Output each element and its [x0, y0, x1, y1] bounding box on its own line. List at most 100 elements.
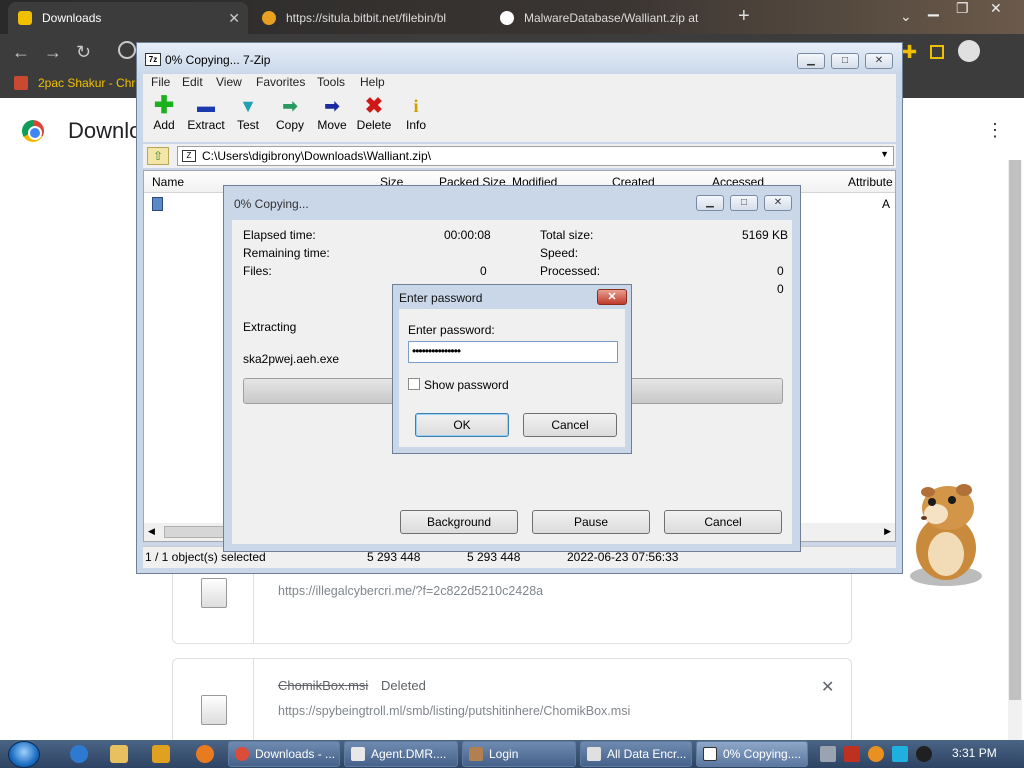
delete-x-icon: ✖	[364, 93, 384, 118]
col-name[interactable]: Name	[152, 175, 184, 189]
tray-app-icon[interactable]	[820, 746, 836, 762]
copy-close-button[interactable]: ✕	[764, 195, 792, 211]
zip-menu-bar: File Edit View Favorites Tools Help	[143, 74, 896, 92]
background-button[interactable]: Background	[400, 510, 518, 534]
folder-up-icon[interactable]: ⇧	[147, 147, 169, 165]
menu-help[interactable]: Help	[360, 75, 385, 89]
info-label: Info	[405, 118, 426, 132]
download-url[interactable]: https://spybeingtroll.ml/smb/listing/put…	[278, 704, 630, 718]
window-icon	[587, 747, 601, 761]
close-window-icon[interactable]: ✕	[990, 0, 1002, 17]
tab-github[interactable]: MalwareDatabase/Walliant.zip at	[490, 2, 724, 34]
tab-label: Downloads	[42, 11, 102, 25]
7zip-icon	[703, 747, 717, 761]
elapsed-label: Elapsed time:	[243, 228, 316, 242]
processed-label: Processed:	[540, 264, 601, 278]
path-dropdown-icon[interactable]: ▼	[880, 149, 889, 159]
forward-icon[interactable]: →	[44, 42, 62, 63]
start-button[interactable]	[8, 741, 40, 768]
file-row-icon[interactable]	[152, 197, 163, 211]
tray-search-icon[interactable]	[868, 746, 884, 762]
tray-network-icon[interactable]	[892, 746, 908, 762]
extract-button[interactable]: ▬ Extract	[184, 96, 228, 132]
browser-tab-bar: Downloads ✕ https://situla.bitbit.net/fi…	[0, 0, 1024, 34]
app-quicklaunch-icon[interactable]	[196, 745, 214, 763]
reload-icon[interactable]: ↻	[76, 42, 91, 63]
download-url[interactable]: https://illegalcybercri.me/?f=2c822d5210…	[278, 584, 543, 598]
tab-downloads[interactable]: Downloads ✕	[8, 2, 248, 34]
taskbar-item[interactable]: Login	[462, 741, 576, 767]
total-size-value: 5169 KB	[742, 228, 789, 242]
tab-search-icon[interactable]: ⌄	[900, 8, 912, 25]
move-button[interactable]: ➡ Move	[310, 96, 354, 132]
copy-button[interactable]: ➡ Copy	[268, 96, 312, 132]
password-close-button[interactable]: ✕	[597, 289, 627, 305]
status-selected: 1 / 1 object(s) selected	[145, 550, 266, 564]
info-button[interactable]: i Info	[394, 96, 438, 132]
scroll-left-icon[interactable]: ◀	[148, 526, 155, 537]
zip-minimize-button[interactable]: ▁	[797, 53, 825, 69]
back-icon[interactable]: ←	[12, 42, 30, 63]
download-filename: ChomikBox.msi	[278, 678, 369, 693]
delete-button[interactable]: ✖ Delete	[352, 93, 396, 133]
menu-tools[interactable]: Tools	[317, 75, 345, 89]
restore-icon[interactable]: ❐	[956, 0, 969, 17]
pause-button[interactable]: Pause	[532, 510, 650, 534]
password-input[interactable]: •••••••••••••••	[408, 341, 618, 363]
tray-volume-icon[interactable]	[916, 746, 932, 762]
ie-icon[interactable]	[70, 745, 88, 763]
tab-filebin[interactable]: https://situla.bitbit.net/filebin/bl	[252, 2, 484, 34]
bookmark-2pac[interactable]: 2pac Shakur - Chro	[14, 76, 142, 90]
zip-close-button[interactable]: ✕	[865, 53, 893, 69]
password-dialog: Enter password ✕ Enter password: •••••••…	[392, 284, 632, 454]
taskbar-item[interactable]: 0% Copying....	[696, 741, 808, 767]
show-password-label[interactable]: Show password	[424, 378, 509, 392]
taskbar-item[interactable]: Downloads - ...	[228, 741, 340, 767]
side-panel-icon[interactable]	[930, 45, 944, 59]
scroll-right-icon[interactable]: ▶	[884, 526, 891, 537]
card-divider	[253, 659, 254, 740]
col-attribute[interactable]: Attribute	[848, 175, 893, 189]
menu-edit[interactable]: Edit	[182, 75, 203, 89]
menu-file[interactable]: File	[151, 75, 170, 89]
tab-close-icon[interactable]: ✕	[228, 10, 240, 27]
taskbar-item-label: Login	[489, 747, 519, 761]
taskbar-item[interactable]: All Data Encr...	[580, 741, 692, 767]
move-arrow-icon: ➡	[324, 96, 340, 116]
clock[interactable]: 3:31 PM	[952, 746, 997, 760]
show-password-checkbox[interactable]	[408, 378, 420, 390]
taskbar: Downloads - ... Agent.DMR.... Login All …	[0, 740, 1024, 768]
files-label: Files:	[243, 264, 272, 278]
page-scrollbar-thumb[interactable]	[1009, 160, 1021, 700]
remove-download-icon[interactable]: ✕	[821, 677, 834, 697]
test-button[interactable]: ▼ Test	[226, 96, 270, 132]
ok-button[interactable]: OK	[415, 413, 509, 437]
extension-puzzle-icon[interactable]: ✚	[902, 42, 917, 63]
downloads-favicon-icon	[18, 11, 32, 25]
cancel-button[interactable]: Cancel	[523, 413, 617, 437]
download-status: Deleted	[381, 678, 426, 693]
delete-label: Delete	[356, 118, 392, 132]
profile-avatar-icon[interactable]	[958, 40, 980, 62]
more-menu-icon[interactable]: ⋮	[986, 120, 1004, 141]
new-tab-button[interactable]: +	[738, 5, 750, 28]
path-field[interactable]: Z C:\Users\digibrony\Downloads\Walliant.…	[177, 146, 894, 166]
taskbar-item[interactable]: Agent.DMR....	[344, 741, 458, 767]
site-info-icon[interactable]	[118, 41, 136, 59]
current-filename: ska2pwej.aeh.exe	[243, 352, 340, 366]
menu-view[interactable]: View	[216, 75, 242, 89]
add-button[interactable]: ✚ Add	[142, 94, 186, 133]
copy-maximize-button[interactable]: □	[730, 195, 758, 211]
zip-maximize-button[interactable]: □	[831, 53, 859, 69]
status-modified: 2022-06-23 07:56:33	[567, 550, 679, 564]
password-prompt: Enter password:	[408, 323, 495, 337]
extract-minus-icon: ▬	[197, 96, 215, 116]
media-player-icon[interactable]	[152, 745, 170, 763]
zip-title-bar[interactable]: 7z 0% Copying... 7-Zip ▁ □ ✕	[137, 43, 902, 73]
menu-favorites[interactable]: Favorites	[256, 75, 305, 89]
minimize-icon[interactable]: ▁	[928, 0, 939, 17]
cancel-copy-button[interactable]: Cancel	[664, 510, 782, 534]
tray-tool-icon[interactable]	[844, 746, 860, 762]
explorer-folder-icon[interactable]	[110, 745, 128, 763]
copy-minimize-button[interactable]: ▁	[696, 195, 724, 211]
